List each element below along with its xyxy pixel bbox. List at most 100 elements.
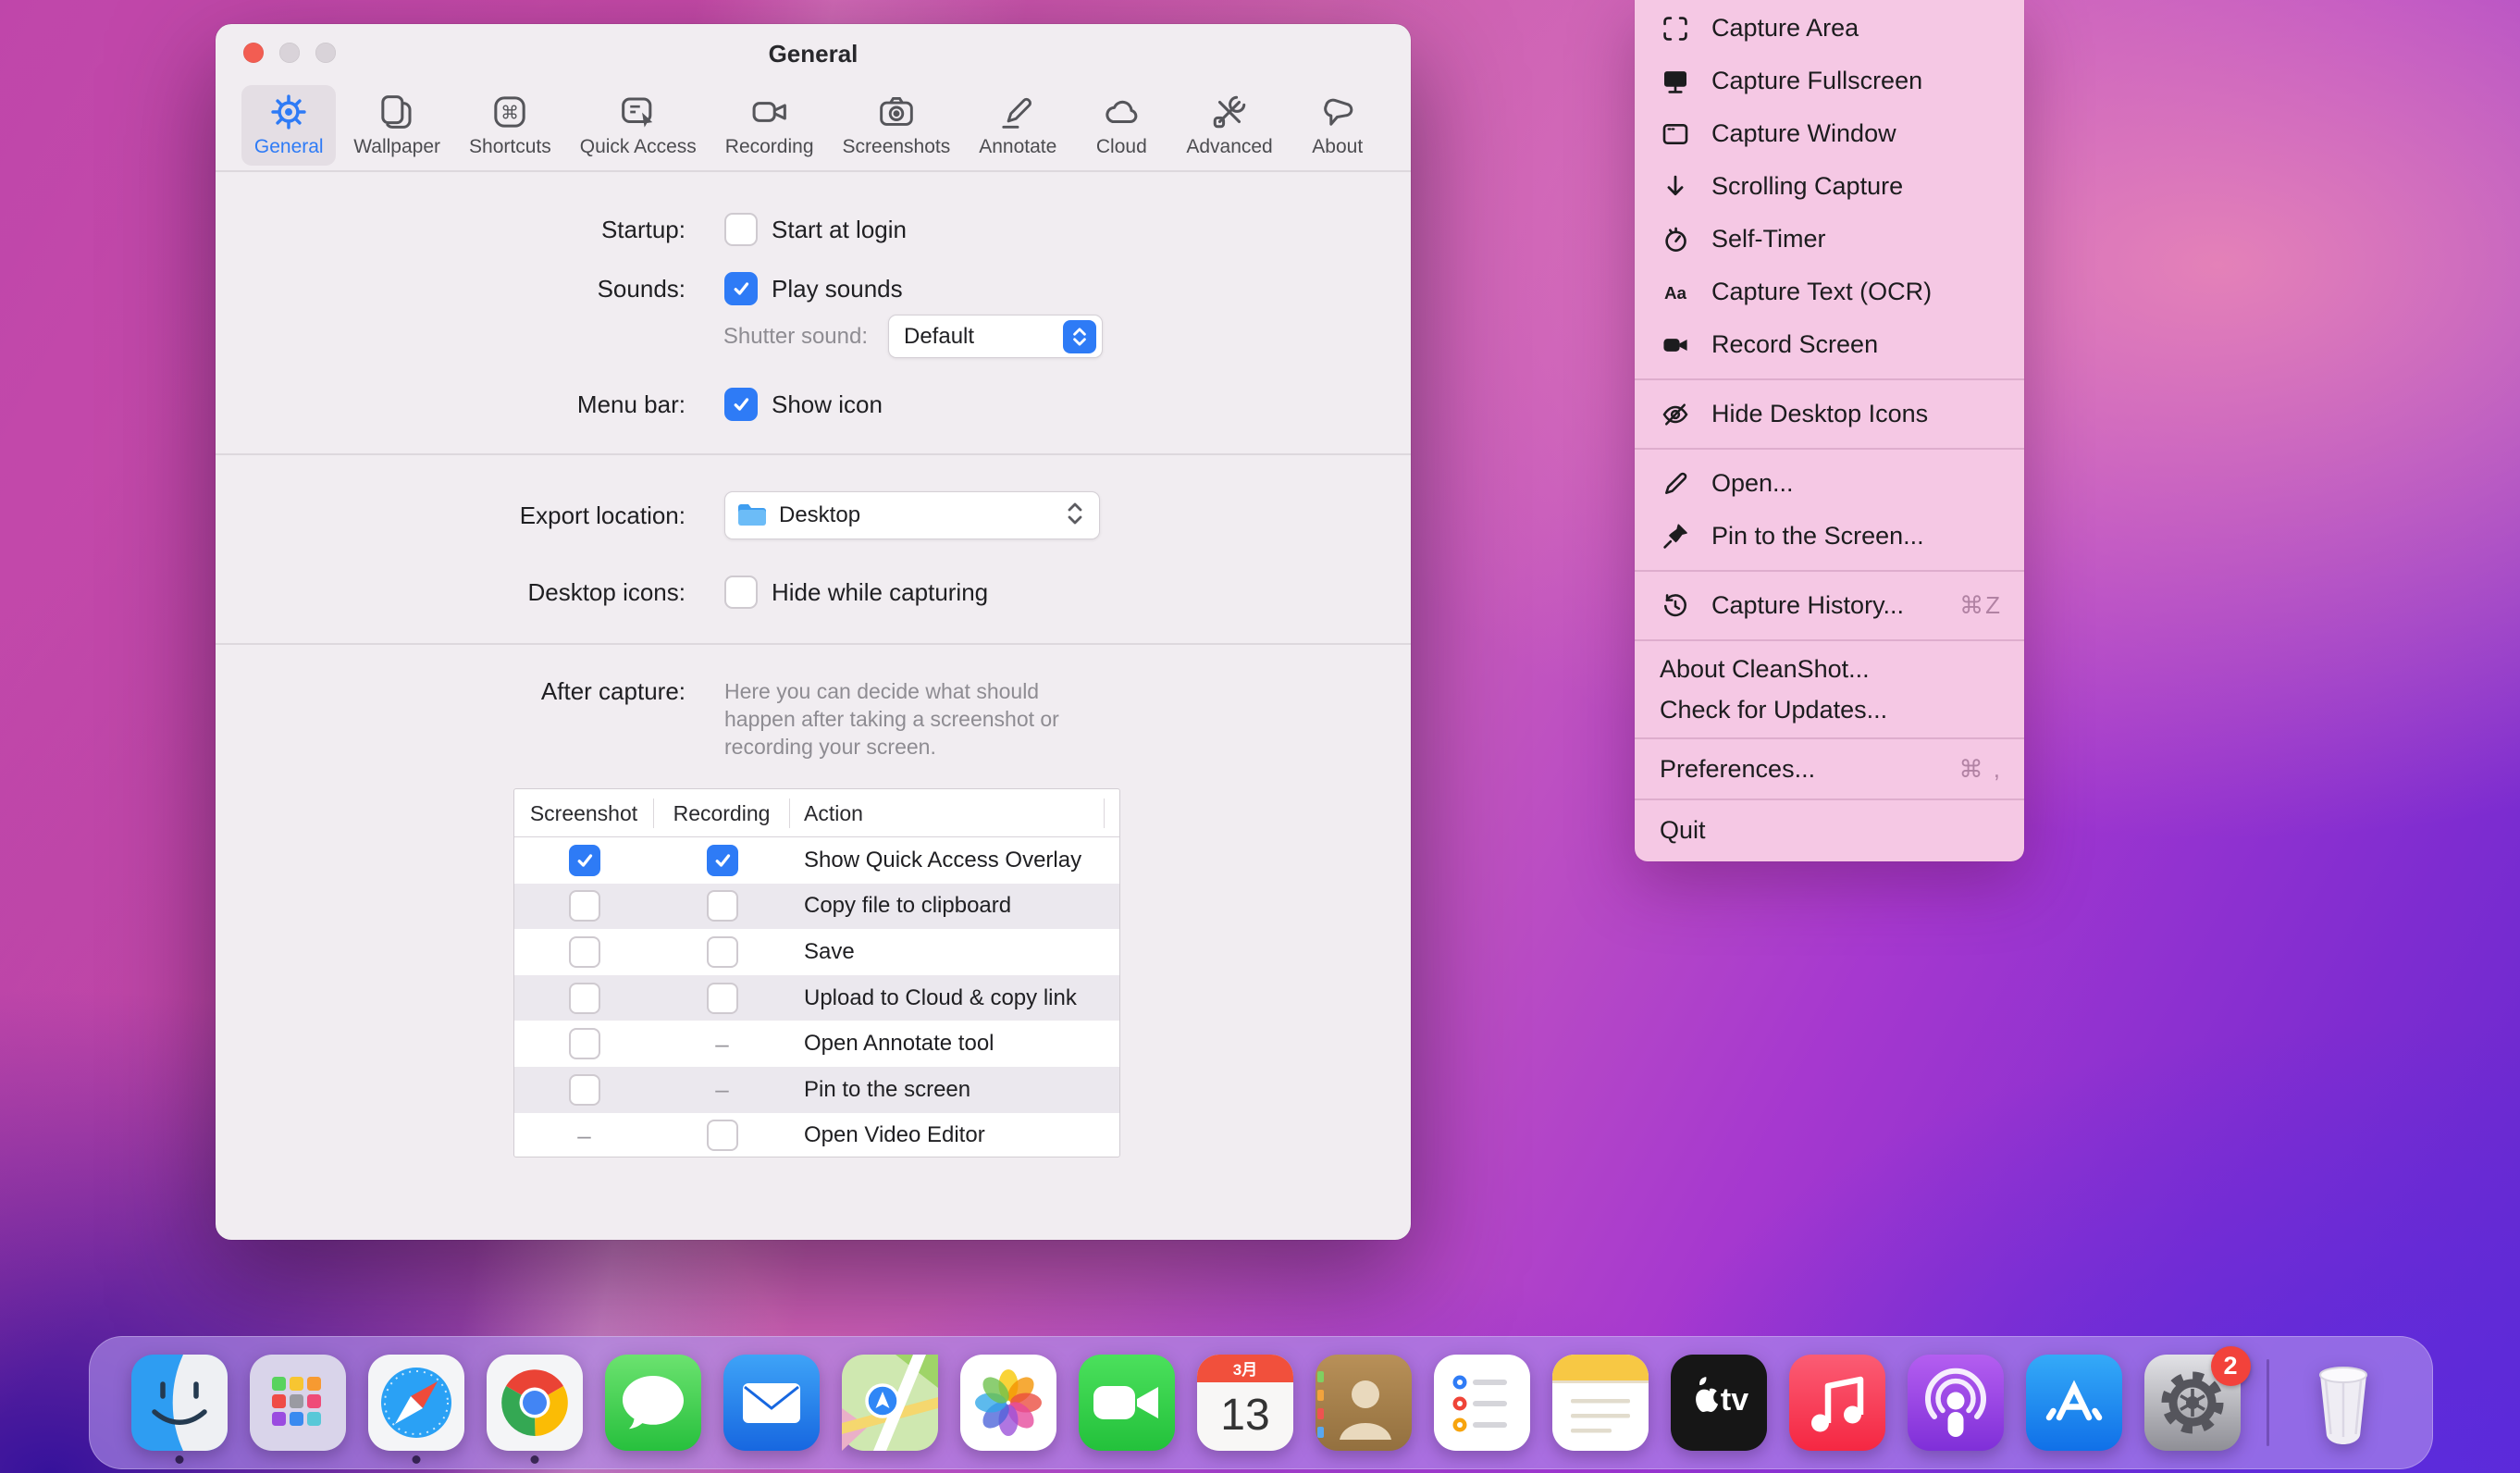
show-icon-label: Show icon [772,390,883,419]
menu-item-capture-history[interactable]: Capture History...⌘Z [1635,579,2024,632]
menu-item-capture-window[interactable]: Capture Window [1635,107,2024,160]
tab-about[interactable]: About [1291,85,1385,166]
menu-item-self-timer[interactable]: Self-Timer [1635,213,2024,266]
shutter-sound-row: Shutter sound: Default [216,315,1411,358]
dock-item-calendar[interactable]: 3月13 [1197,1355,1293,1451]
export-location-value: Desktop [779,502,860,528]
export-location-select[interactable]: Desktop [724,491,1100,539]
column-header-action: Action [790,798,1105,828]
scrolling-capture-icon [1660,171,1691,203]
mail-icon [723,1355,820,1451]
startup-row: Startup: Start at login [216,213,1411,246]
action-label: Copy file to clipboard [790,893,1011,919]
menu-item-preferences[interactable]: Preferences... ⌘ , [1635,747,2024,791]
dock-item-reminders[interactable] [1434,1355,1530,1451]
recording-checkbox[interactable] [707,983,738,1014]
pin-to-screen-icon [1660,521,1691,552]
menu-item-open[interactable]: Open... [1635,457,2024,510]
dock-item-maps[interactable] [842,1355,938,1451]
notification-badge: 2 [2211,1346,2251,1386]
screenshot-checkbox[interactable] [569,936,600,968]
dock-item-safari[interactable] [368,1355,464,1451]
dock-item-trash[interactable] [2295,1355,2391,1451]
menu-item-capture-text-ocr[interactable]: Aa Capture Text (OCR) [1635,266,2024,318]
divider [216,453,1411,455]
tab-wallpaper[interactable]: Wallpaper [342,85,451,166]
self-timer-icon [1660,224,1691,255]
dock-item-music[interactable] [1789,1355,1885,1451]
dock-item-settings[interactable]: 2 [2144,1355,2241,1451]
menu-item-hide-desktop-icons[interactable]: Hide Desktop Icons [1635,388,2024,440]
menu-item-check-for-updates[interactable]: Check for Updates... [1635,689,2024,730]
capture-window-icon [1660,118,1691,150]
dock-item-finder[interactable] [131,1355,228,1451]
tab-label: Advanced [1186,136,1272,158]
not-applicable-dash: – [715,1030,728,1058]
menubar-label: Menu bar: [216,390,686,419]
tools-icon [1210,93,1249,131]
recording-checkbox[interactable] [707,936,738,968]
dock-item-messages[interactable] [605,1355,701,1451]
tab-shortcuts[interactable]: ⌘Shortcuts [458,85,562,166]
screenshot-checkbox[interactable] [569,1074,600,1106]
screenshot-checkbox[interactable] [569,890,600,922]
running-indicator-dot [530,1455,538,1464]
tab-cloud[interactable]: Cloud [1074,85,1168,166]
reminders-icon [1434,1355,1530,1451]
titlebar: General [216,24,1411,78]
recording-checkbox[interactable] [707,1120,738,1151]
facetime-icon [1079,1355,1175,1451]
tab-screenshots[interactable]: Screenshots [832,85,962,166]
screenshot-checkbox[interactable] [569,845,600,876]
appletv-icon: tv [1671,1355,1767,1451]
menu-item-shortcut: ⌘ , [1959,755,2002,784]
dock-item-notes[interactable] [1552,1355,1649,1451]
show-icon-checkbox[interactable] [724,388,758,421]
tab-label: Annotate [979,136,1056,158]
dock-item-chrome[interactable] [487,1355,583,1451]
menu-divider [1635,448,2024,450]
screenshot-checkbox[interactable] [569,983,600,1014]
menu-item-pin-to-the-screen[interactable]: Pin to the Screen... [1635,510,2024,563]
menu-item-record-screen[interactable]: Record Screen [1635,318,2024,371]
appstore-icon [2026,1355,2122,1451]
table-row: –Open Video Editor [514,1113,1119,1157]
tab-quick-access[interactable]: Quick Access [569,85,708,166]
dock-item-facetime[interactable] [1079,1355,1175,1451]
start-at-login-checkbox[interactable] [724,213,758,246]
recording-checkbox[interactable] [707,890,738,922]
column-header-screenshot: Screenshot [514,798,654,828]
dock-item-appletv[interactable]: tv [1671,1355,1767,1451]
menu-item-about-cleanshot[interactable]: About CleanShot... [1635,649,2024,689]
svg-text:⌘: ⌘ [500,102,519,123]
hide-while-capturing-checkbox[interactable] [724,576,758,609]
menu-item-capture-fullscreen[interactable]: Capture Fullscreen [1635,55,2024,107]
dock-item-launchpad[interactable] [250,1355,346,1451]
dock-item-contacts[interactable] [1316,1355,1412,1451]
hide-while-capturing-label: Hide while capturing [772,578,988,607]
stepper-icon [1063,320,1096,353]
dock-item-photos[interactable] [960,1355,1056,1451]
dock-item-podcasts[interactable] [1908,1355,2004,1451]
tab-recording[interactable]: Recording [714,85,825,166]
tab-general[interactable]: General [241,85,336,166]
menu-item-scrolling-capture[interactable]: Scrolling Capture [1635,160,2024,213]
action-label: Show Quick Access Overlay [790,848,1081,873]
export-location-row: Export location: Desktop [216,491,1411,539]
tab-annotate[interactable]: Annotate [968,85,1068,166]
svg-text:13: 13 [1220,1391,1269,1440]
svg-text:Aa: Aa [1664,282,1687,302]
dock-item-mail[interactable] [723,1355,820,1451]
dock-item-appstore[interactable] [2026,1355,2122,1451]
menu-item-label: Preferences... [1660,755,1815,784]
gear-icon [269,93,308,131]
divider [216,170,1411,172]
recording-checkbox[interactable] [707,845,738,876]
menu-item-quit[interactable]: Quit [1635,808,2024,852]
play-sounds-checkbox[interactable] [724,272,758,305]
menu-item-capture-area[interactable]: Capture Area [1635,2,2024,55]
screenshot-checkbox[interactable] [569,1028,600,1059]
menu-item-label: Capture Text (OCR) [1711,278,1932,306]
tab-advanced[interactable]: Advanced [1175,85,1283,166]
shutter-sound-select[interactable]: Default [888,315,1103,358]
